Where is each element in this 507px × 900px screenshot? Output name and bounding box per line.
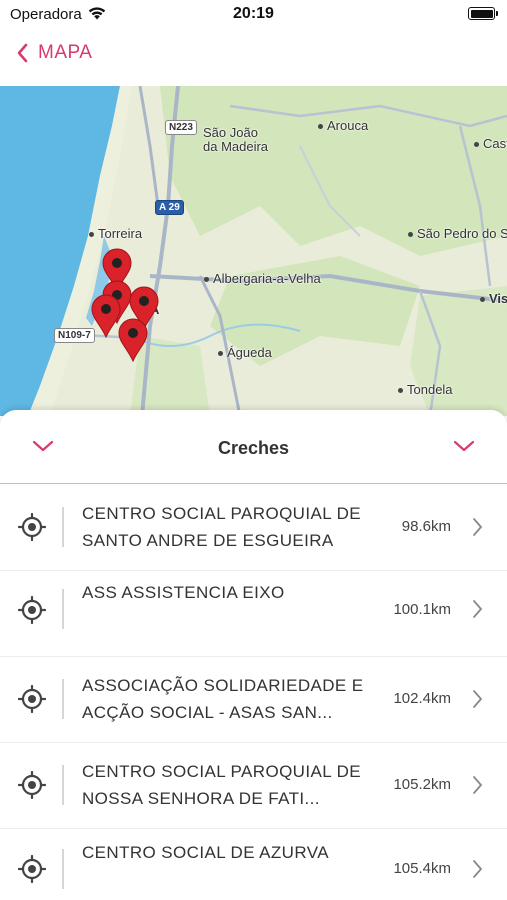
- list-item-name: CENTRO SOCIAL DE AZURVA: [82, 843, 329, 862]
- map-label-castro: Castr: [474, 136, 507, 151]
- map-label-agueda: Águeda: [218, 345, 272, 360]
- divider: [62, 765, 64, 805]
- list-item-distance: 98.6km: [401, 518, 451, 535]
- list-item-name: ASSOCIAÇÃO SOLIDARIEDADE E ACÇÃO SOCIAL …: [82, 676, 364, 722]
- chevron-right-icon: [473, 776, 483, 794]
- locate-icon[interactable]: [18, 771, 46, 799]
- map-label-sao-joao-da-madeira: São João da Madeira: [203, 125, 269, 154]
- list-item-name: ASS ASSISTENCIA EIXO: [82, 583, 285, 602]
- list-item-name: CENTRO SOCIAL PAROQUIAL DE SANTO ANDRE D…: [82, 504, 361, 550]
- sheet-header: Creches: [0, 410, 507, 484]
- map-label-albergaria-a-velha: Albergaria-a-Velha: [204, 271, 321, 286]
- chevron-right-icon: [473, 860, 483, 878]
- map-label-tondela: Tondela: [398, 382, 453, 397]
- list-item[interactable]: CENTRO SOCIAL PAROQUIAL DE SANTO ANDRE D…: [0, 485, 507, 571]
- locate-icon[interactable]: [18, 596, 46, 624]
- list-item[interactable]: ASSOCIAÇÃO SOLIDARIEDADE E ACÇÃO SOCIAL …: [0, 657, 507, 743]
- road-shield-a29: A 29: [155, 200, 184, 215]
- map-view[interactable]: N223 A 29 N109-7 São João da Madeira Aro…: [0, 86, 507, 416]
- list-item[interactable]: CENTRO SOCIAL DE AZURVA 105.4km: [0, 829, 507, 900]
- locate-icon[interactable]: [18, 513, 46, 541]
- back-button[interactable]: MAPA: [16, 42, 92, 64]
- back-label: MAPA: [38, 42, 93, 63]
- list-item-name: CENTRO SOCIAL PAROQUIAL DE NOSSA SENHORA…: [82, 762, 361, 808]
- map-label-viseu: Vis: [480, 291, 507, 306]
- map-pin-icon[interactable]: [117, 318, 149, 362]
- battery-icon: [468, 7, 495, 20]
- creche-list: CENTRO SOCIAL PAROQUIAL DE SANTO ANDRE D…: [0, 485, 507, 900]
- list-item-distance: 105.4km: [393, 860, 451, 877]
- divider: [62, 507, 64, 547]
- map-label-arouca: Arouca: [318, 118, 368, 133]
- list-item-distance: 100.1km: [393, 601, 451, 618]
- road-shield-n223: N223: [165, 120, 197, 135]
- divider: [62, 849, 64, 889]
- locate-icon[interactable]: [18, 855, 46, 883]
- divider: [62, 679, 64, 719]
- sheet-title: Creches: [217, 438, 290, 458]
- results-sheet: Creches CENTRO SOCIAL PAROQUIAL DE SANTO…: [0, 410, 507, 900]
- map-label-sao-pedro-do-sul: São Pedro do S: [408, 226, 507, 241]
- chevron-right-icon: [473, 690, 483, 708]
- battery-cap: [496, 11, 498, 16]
- road-shield-n109-7: N109-7: [54, 328, 95, 343]
- chevron-right-icon: [473, 600, 483, 618]
- chevron-down-icon[interactable]: [452, 438, 476, 454]
- map-label-torreira: Torreira: [89, 226, 142, 241]
- status-bar: Operadora 20:19: [0, 0, 507, 30]
- list-item-distance: 105.2km: [393, 776, 451, 793]
- chevron-left-icon: [17, 43, 28, 63]
- divider: [62, 589, 64, 629]
- clock: 20:19: [233, 5, 274, 22]
- list-item[interactable]: ASS ASSISTENCIA EIXO 100.1km: [0, 571, 507, 657]
- list-item[interactable]: CENTRO SOCIAL PAROQUIAL DE NOSSA SENHORA…: [0, 743, 507, 829]
- nav-bar: MAPA: [0, 30, 507, 86]
- list-item-distance: 102.4km: [393, 690, 451, 707]
- locate-icon[interactable]: [18, 685, 46, 713]
- chevron-right-icon: [473, 518, 483, 536]
